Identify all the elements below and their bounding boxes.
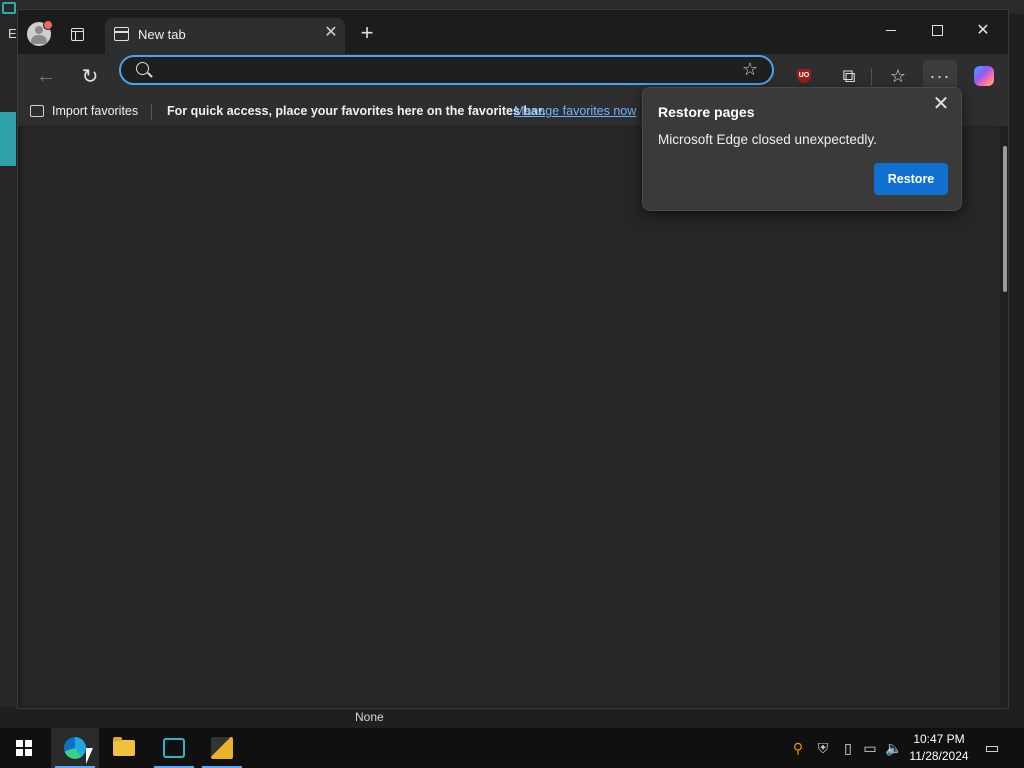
shield-icon[interactable]: ⛨ bbox=[815, 740, 831, 756]
avatar-body bbox=[31, 35, 47, 44]
tab-close-button[interactable]: ✕ bbox=[323, 25, 339, 41]
favorites-bar-hint: For quick access, place your favorites h… bbox=[167, 104, 546, 118]
background-app-accent-tab[interactable] bbox=[0, 112, 16, 166]
tab-actions-icon bbox=[70, 27, 84, 41]
network-icon[interactable]: ▭ bbox=[862, 740, 878, 756]
back-button[interactable]: ← bbox=[30, 60, 62, 92]
toolbar-divider bbox=[871, 68, 872, 86]
search-icon[interactable]: ⚲ bbox=[790, 740, 806, 756]
battery-icon[interactable]: ▯ bbox=[840, 740, 856, 756]
copilot-icon bbox=[974, 66, 994, 86]
notification-center-icon[interactable]: ▭ bbox=[982, 738, 1002, 758]
restore-pages-dialog: Restore pages Microsoft Edge closed unex… bbox=[642, 87, 962, 211]
tab-actions-menu-button[interactable] bbox=[67, 24, 87, 44]
profile-avatar[interactable] bbox=[27, 20, 53, 46]
address-bar[interactable]: ☆ bbox=[119, 55, 774, 85]
taskbar-app-button-2[interactable] bbox=[198, 728, 246, 768]
add-favorite-star-icon[interactable]: ☆ bbox=[742, 59, 758, 80]
volume-muted-icon[interactable]: 🔈 bbox=[885, 740, 902, 756]
minimize-button[interactable] bbox=[868, 16, 914, 46]
background-app-statusbar: None bbox=[0, 707, 1024, 728]
ublock-shield-icon: UO bbox=[797, 69, 811, 83]
new-tab-button[interactable]: + bbox=[356, 22, 378, 45]
clock-time: 10:47 PM bbox=[913, 732, 965, 746]
background-app-logo-icon bbox=[2, 2, 16, 14]
edge-icon bbox=[64, 737, 86, 759]
profile-notification-dot bbox=[43, 20, 53, 30]
tab-new-tab[interactable]: New tab ✕ bbox=[105, 18, 345, 54]
status-text: None bbox=[355, 710, 384, 724]
mouse-cursor-icon bbox=[86, 748, 93, 764]
refresh-button[interactable]: ↻ bbox=[74, 60, 106, 92]
maximize-icon bbox=[931, 25, 943, 37]
new-tab-page-icon bbox=[114, 27, 129, 41]
dialog-message: Microsoft Edge closed unexpectedly. bbox=[658, 132, 877, 147]
taskbar-file-explorer-button[interactable] bbox=[100, 728, 148, 768]
taskbar-clock[interactable]: 10:47 PM 11/28/2024 bbox=[906, 731, 972, 765]
dialog-close-button[interactable]: ✕ bbox=[929, 92, 953, 116]
dialog-title: Restore pages bbox=[658, 104, 755, 120]
copilot-button[interactable] bbox=[968, 60, 1000, 92]
app-2-icon bbox=[211, 737, 233, 759]
taskbar-app-button[interactable] bbox=[150, 728, 198, 768]
tab-title: New tab bbox=[138, 27, 186, 42]
manage-favorites-link[interactable]: Manage favorites now bbox=[514, 104, 636, 118]
search-icon bbox=[136, 62, 149, 75]
app-icon bbox=[163, 738, 185, 758]
close-window-button[interactable]: ✕ bbox=[960, 16, 1006, 46]
minimize-icon bbox=[886, 30, 896, 32]
background-app-menu[interactable]: E bbox=[8, 26, 17, 41]
restore-button[interactable]: Restore bbox=[874, 163, 948, 195]
page-content-area[interactable] bbox=[22, 126, 1000, 706]
page-scrollbar[interactable] bbox=[1003, 146, 1007, 292]
windows-logo-icon bbox=[16, 740, 32, 756]
start-button[interactable] bbox=[0, 728, 48, 768]
clock-date: 11/28/2024 bbox=[909, 749, 969, 763]
folder-icon bbox=[113, 737, 135, 756]
address-input[interactable] bbox=[161, 60, 725, 82]
avatar-head bbox=[35, 26, 43, 34]
edge-titlebar: New tab ✕ + ✕ bbox=[18, 10, 1008, 54]
import-favorites-icon bbox=[30, 105, 44, 117]
import-favorites-button[interactable]: Import favorites bbox=[52, 104, 138, 118]
favorites-bar-divider bbox=[151, 104, 152, 120]
maximize-button[interactable] bbox=[914, 16, 960, 46]
taskbar: ⚲ ⛨ ▯ ▭ 🔈 10:47 PM 11/28/2024 ▭ bbox=[0, 728, 1024, 768]
